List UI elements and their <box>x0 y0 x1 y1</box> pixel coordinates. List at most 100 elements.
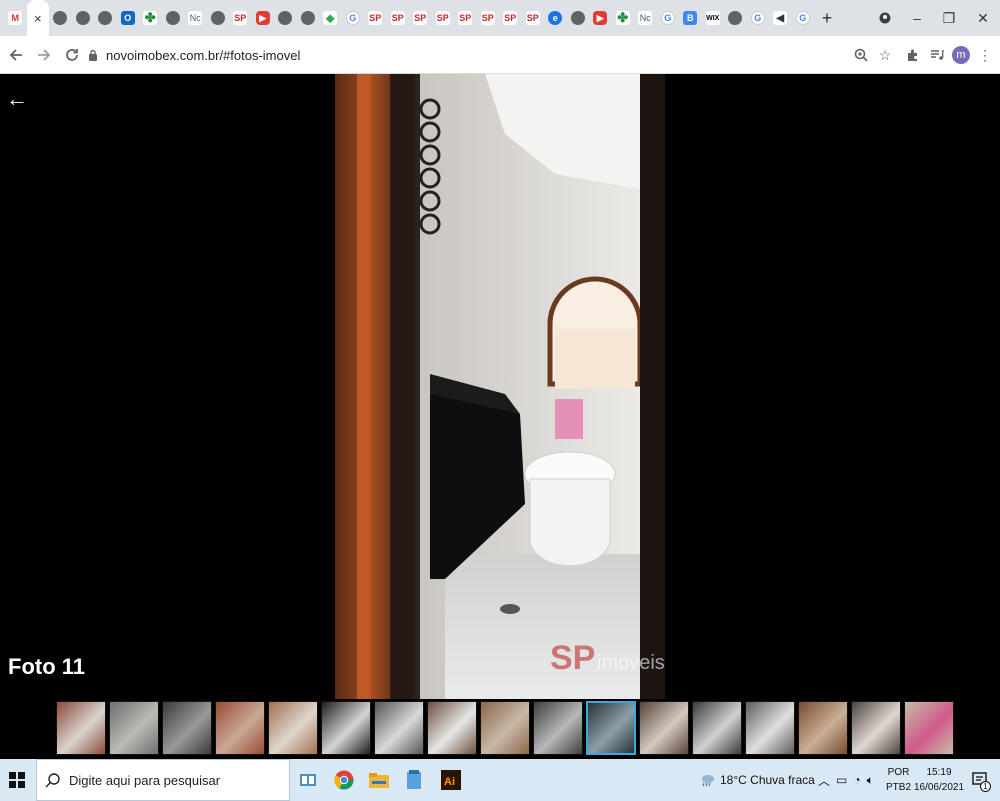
photo-thumbnail[interactable] <box>268 701 318 755</box>
photo-thumbnail[interactable] <box>904 701 954 755</box>
browser-tab[interactable]: G <box>657 0 680 36</box>
browser-tab[interactable]: O <box>117 0 140 36</box>
browser-tab[interactable]: G <box>747 0 770 36</box>
photo-thumbnail[interactable] <box>745 701 795 755</box>
menu-kebab-icon[interactable]: ⋮ <box>973 36 997 74</box>
browser-tab[interactable]: SP <box>454 0 477 36</box>
sp-icon: SP <box>480 11 495 25</box>
media-control-icon[interactable] <box>925 36 949 74</box>
browser-tab[interactable]: ⬥ <box>319 0 342 36</box>
browser-tab[interactable]: ✤ <box>139 0 162 36</box>
photo-thumbnail[interactable] <box>215 701 265 755</box>
photo-thumbnail[interactable] <box>692 701 742 755</box>
back-button[interactable] <box>4 43 28 67</box>
browser-tab[interactable] <box>207 0 230 36</box>
rain-cloud-icon <box>702 775 714 787</box>
photo-thumbnail[interactable] <box>162 701 212 755</box>
browser-tab[interactable]: WIX <box>702 0 725 36</box>
url-text: novoimobex.com.br/#fotos-imovel <box>106 47 301 63</box>
google-icon: G <box>795 11 810 25</box>
browser-tab[interactable]: SP <box>477 0 500 36</box>
address-bar[interactable]: novoimobex.com.br/#fotos-imovel <box>80 40 900 70</box>
photo-thumbnail[interactable] <box>374 701 424 755</box>
illustrator-icon[interactable]: Ai <box>435 764 467 796</box>
battery-icon[interactable]: ▭ <box>836 773 847 787</box>
windows-start-button[interactable] <box>0 759 34 801</box>
browser-tab[interactable] <box>94 0 117 36</box>
blue-circle-icon: e <box>548 11 563 25</box>
photo-thumbnail[interactable] <box>56 701 106 755</box>
lock-icon <box>89 49 97 61</box>
browser-tab[interactable]: ▶ <box>589 0 612 36</box>
photo-thumbnail[interactable] <box>533 701 583 755</box>
browser-tab[interactable]: ✤ <box>612 0 635 36</box>
browser-tab[interactable]: Nc <box>634 0 657 36</box>
svg-text:imoveis: imoveis <box>597 652 665 674</box>
browser-tab[interactable] <box>49 0 72 36</box>
browser-tab[interactable] <box>162 0 185 36</box>
lang-line-1: POR <box>887 767 910 778</box>
forward-button[interactable] <box>32 43 56 67</box>
photo-thumbnail[interactable] <box>427 701 477 755</box>
volume-icon[interactable]: 🔈︎ <box>867 773 874 788</box>
browser-tab[interactable]: ▶ <box>252 0 275 36</box>
taskbar-search-box[interactable]: Digite aqui para pesquisar <box>36 759 290 801</box>
profile-avatar-button[interactable]: m <box>949 36 973 74</box>
photo-thumbnail[interactable] <box>798 701 848 755</box>
close-tab-icon[interactable]: × <box>34 11 42 26</box>
photo-thumbnail[interactable] <box>586 701 636 755</box>
weather-widget[interactable]: 18°C Chuva fraca <box>700 759 815 801</box>
clock-time: 15:19 <box>926 767 952 778</box>
main-photo[interactable]: SP imoveis <box>335 74 665 699</box>
viewer-back-button[interactable]: ← <box>6 86 28 112</box>
browser-tab[interactable]: G <box>792 0 815 36</box>
browser-tab[interactable]: SP <box>409 0 432 36</box>
notification-center-icon[interactable]: 1 <box>968 759 992 801</box>
photo-thumbnail[interactable] <box>480 701 530 755</box>
language-indicator[interactable]: POR PTB2 <box>886 759 911 801</box>
browser-tab[interactable]: ◀ <box>769 0 792 36</box>
browser-tab[interactable] <box>274 0 297 36</box>
chevron-up-icon[interactable]: ︿ <box>818 772 830 789</box>
youtube-icon: ▶ <box>593 11 608 25</box>
browser-tab[interactable] <box>72 0 95 36</box>
globe-icon <box>98 11 113 25</box>
google-icon: G <box>750 11 765 25</box>
close-window-icon[interactable]: ✕ <box>966 0 1000 36</box>
photo-thumbnail[interactable] <box>109 701 159 755</box>
chrome-icon[interactable] <box>328 764 360 796</box>
extensions-icon[interactable] <box>901 36 925 74</box>
zoom-icon[interactable] <box>849 36 873 74</box>
file-explorer-icon[interactable] <box>363 764 395 796</box>
task-view-icon[interactable] <box>292 764 324 796</box>
minimize-icon[interactable]: – <box>900 0 934 36</box>
browser-tab[interactable]: SP <box>387 0 410 36</box>
wifi-icon[interactable]: ◔ <box>853 773 860 787</box>
browser-tab[interactable] <box>297 0 320 36</box>
photo-thumbnail[interactable] <box>851 701 901 755</box>
browser-tab[interactable]: e <box>544 0 567 36</box>
profile-indicator-icon[interactable] <box>868 0 902 36</box>
forward-arrow-icon <box>38 48 51 61</box>
browser-tab[interactable]: B <box>679 0 702 36</box>
new-tab-button[interactable]: + <box>814 0 840 36</box>
browser-tab[interactable] <box>724 0 747 36</box>
browser-tab[interactable]: SP <box>364 0 387 36</box>
sp-icon: SP <box>368 11 383 25</box>
restore-icon[interactable]: ❐ <box>932 0 966 36</box>
browser-tab[interactable]: × <box>26 0 49 36</box>
browser-tab[interactable]: SP <box>229 0 252 36</box>
browser-tab[interactable]: SP <box>499 0 522 36</box>
browser-tab[interactable]: SP <box>522 0 545 36</box>
notepad-icon[interactable] <box>398 764 430 796</box>
clock[interactable]: 15:19 16/06/2021 <box>914 759 964 801</box>
bookmark-star-icon[interactable]: ☆ <box>873 36 897 74</box>
browser-tab[interactable]: SP <box>432 0 455 36</box>
browser-tab[interactable]: G <box>342 0 365 36</box>
browser-tab[interactable] <box>567 0 590 36</box>
browser-tab[interactable]: Nc <box>184 0 207 36</box>
photo-thumbnail[interactable] <box>321 701 371 755</box>
globe-icon <box>278 11 293 25</box>
photo-thumbnail[interactable] <box>639 701 689 755</box>
browser-tab[interactable]: M <box>4 0 27 36</box>
